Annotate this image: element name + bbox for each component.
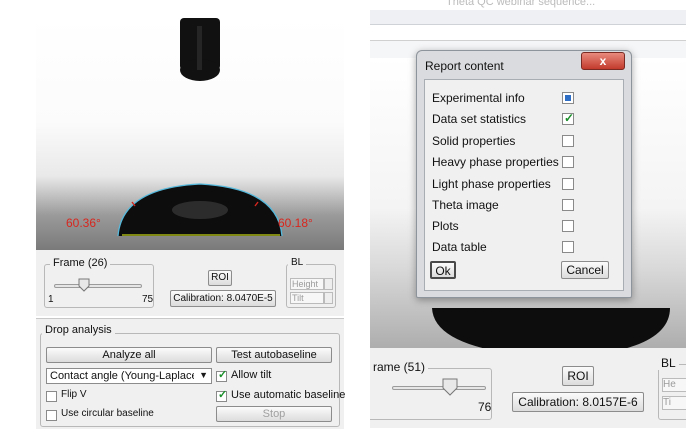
report-item-experimental-info-label: Experimental info: [432, 91, 525, 105]
report-item-plots-checkbox[interactable]: [562, 220, 574, 232]
use-circular-baseline-checkbox[interactable]: [46, 410, 57, 421]
calibration-button-2[interactable]: Calibration: 8.0157E-6: [512, 392, 644, 412]
report-item-data-table-label: Data table: [432, 240, 487, 254]
frame-max-label-2: 76: [478, 400, 492, 414]
bl-height-label: Height: [292, 279, 319, 289]
frame-slider-track[interactable]: [54, 284, 142, 288]
report-item-plots-label: Plots: [432, 219, 459, 233]
bl-height-label-2: He: [663, 379, 676, 390]
bl-tilt-field-2[interactable]: Ti: [662, 396, 686, 410]
bl-height-spinner[interactable]: [324, 278, 333, 290]
checkmark-icon: ✓: [218, 369, 228, 381]
frame-group-2: [370, 368, 492, 420]
bl-tilt-label-2: Ti: [663, 397, 671, 408]
stop-button[interactable]: Stop: [216, 406, 332, 422]
frame-slider-thumb-2[interactable]: [442, 378, 458, 396]
drop-analysis-panel: Drop analysis Analyze all Test autobasel…: [36, 318, 346, 429]
frame-controls-area: Frame (26) 1 75 ROI Calibration: 8.0470E…: [36, 250, 344, 316]
frame-slider-thumb[interactable]: [78, 278, 90, 292]
checkmark-icon: ✓: [564, 111, 575, 125]
report-item-heavy-phase-properties-label: Heavy phase properties: [432, 155, 559, 169]
report-item-light-phase-properties-label: Light phase properties: [432, 177, 551, 191]
frame-max-label: 75: [142, 294, 154, 305]
analyze-all-button[interactable]: Analyze all: [46, 347, 212, 363]
report-item-theta-image-checkbox[interactable]: [562, 199, 574, 211]
bl-tilt-field[interactable]: Tilt: [290, 292, 324, 304]
method-select[interactable]: Contact angle (Young-Laplace) ▼: [46, 368, 212, 384]
report-item-solid-properties-checkbox[interactable]: [562, 135, 574, 147]
dialog-ok-button[interactable]: Ok: [430, 261, 456, 279]
bl-group-label-2: BL: [658, 356, 679, 370]
use-circular-baseline-label: Use circular baseline: [61, 408, 154, 419]
test-autobaseline-button[interactable]: Test autobaseline: [216, 347, 332, 363]
bl-tilt-spinner[interactable]: [324, 292, 333, 304]
report-item-experimental-info-checkbox[interactable]: [562, 92, 574, 104]
report-item-light-phase-properties-checkbox[interactable]: [562, 178, 574, 190]
calibration-button[interactable]: Calibration: 8.0470E-5: [170, 290, 276, 307]
report-item-solid-properties-label: Solid properties: [432, 134, 516, 148]
report-item-data-set-statistics-label: Data set statistics: [432, 112, 527, 126]
left-panel: 60.36° 60.18° Frame (26) 1 75 ROI Calibr…: [36, 0, 346, 429]
bl-height-field-2[interactable]: He: [662, 378, 686, 392]
use-automatic-baseline-checkbox[interactable]: ✓: [216, 389, 228, 402]
dialog-close-button[interactable]: x: [581, 52, 625, 70]
angle-right-label: 60.18°: [278, 216, 313, 230]
flip-v-checkbox[interactable]: [46, 391, 57, 402]
bl-height-field[interactable]: Height: [290, 278, 324, 290]
drop-image-viewport: 60.36° 60.18°: [36, 18, 344, 250]
filled-box-icon: [565, 95, 571, 101]
roi-button[interactable]: ROI: [208, 270, 232, 286]
bl-tilt-label: Tilt: [292, 293, 304, 303]
angle-left-label: 60.36°: [66, 216, 101, 230]
report-item-heavy-phase-properties-checkbox[interactable]: [562, 156, 574, 168]
checkmark-icon: ✓: [218, 389, 228, 401]
flip-v-label: Flip V: [61, 389, 87, 400]
use-automatic-baseline-label: Use automatic baseline: [231, 389, 346, 401]
close-icon: x: [599, 54, 607, 68]
allow-tilt-checkbox[interactable]: ✓: [216, 369, 228, 382]
frame-group-label-2: rame (51): [370, 360, 429, 374]
sequence-title: Theta QC webinar sequence...: [446, 0, 596, 8]
frame-controls-area-2: rame (51) 76 ROI Calibration: 8.0157E-6 …: [370, 348, 686, 428]
window-toolbar: [370, 10, 686, 25]
roi-button-2[interactable]: ROI: [562, 366, 594, 386]
frame-group-label: Frame (26): [50, 257, 111, 269]
method-select-value: Contact angle (Young-Laplace): [50, 370, 194, 382]
report-item-theta-image-label: Theta image: [432, 198, 499, 212]
bl-group-label: BL: [288, 257, 307, 268]
report-item-data-set-statistics-checkbox[interactable]: ✓: [562, 111, 575, 125]
drop-analysis-label: Drop analysis: [42, 324, 115, 336]
frame-slider-track-2[interactable]: [392, 386, 486, 390]
chevron-down-icon[interactable]: ▼: [199, 370, 208, 380]
dialog-cancel-button[interactable]: Cancel: [561, 261, 609, 279]
frame-min-label: 1: [48, 294, 54, 305]
report-item-data-table-checkbox[interactable]: [562, 241, 574, 253]
bl-group-2: [658, 364, 686, 420]
allow-tilt-label: Allow tilt: [231, 369, 272, 381]
dialog-title: Report content: [425, 59, 504, 73]
